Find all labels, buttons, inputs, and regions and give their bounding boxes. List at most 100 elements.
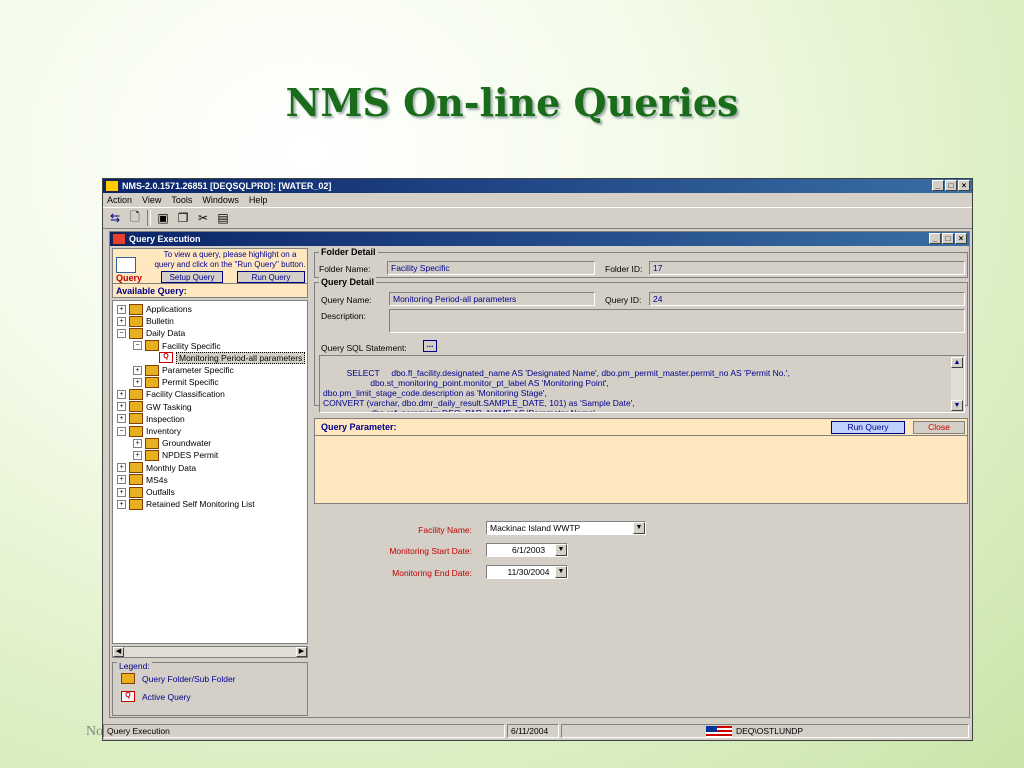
cut-icon[interactable]: ✂ [195, 210, 211, 226]
tree-node[interactable]: + Monthly Data [117, 462, 196, 474]
status-panel-main: Query Execution [103, 724, 505, 738]
menu-tools[interactable]: Tools [171, 195, 192, 205]
available-query-header: Available Query: [112, 284, 308, 298]
tree-node-label: Bulletin [146, 316, 174, 327]
scroll-up-icon[interactable]: ▲ [951, 357, 963, 368]
folder-icon [129, 327, 143, 339]
tree-node[interactable]: + MS4s [117, 474, 168, 486]
scroll-down-icon[interactable]: ▼ [951, 400, 963, 411]
scroll-left-icon[interactable]: ◀ [113, 647, 124, 657]
scroll-right-icon[interactable]: ▶ [296, 647, 307, 657]
tree-node-label: Applications [146, 304, 192, 314]
menu-view[interactable]: View [142, 195, 161, 205]
chevron-down-icon[interactable]: ▼ [555, 544, 567, 556]
child-minimize-button[interactable]: _ [929, 233, 941, 244]
tree-horizontal-scrollbar[interactable]: ◀ ▶ [112, 646, 308, 658]
folder-icon [129, 388, 143, 400]
tree-node-label: MS4s [146, 474, 168, 485]
tree-node[interactable]: − Daily Data [117, 327, 185, 339]
description-field [389, 309, 965, 333]
tree-node[interactable]: + Permit Specific [133, 376, 219, 388]
tree-node[interactable]: + NPDES Permit [133, 449, 218, 461]
folder-icon [145, 364, 159, 376]
facility-name-value: Mackinac Island WWTP [490, 523, 581, 533]
sql-browse-button[interactable]: ... [423, 340, 437, 352]
folder-icon [129, 462, 143, 474]
paste-icon[interactable]: ▤ [215, 210, 231, 226]
start-date-picker[interactable]: 6/1/2003 ▼ [486, 543, 568, 557]
folder-icon [145, 449, 159, 461]
folder-icon [121, 673, 135, 684]
expand-toggle-icon[interactable]: + [133, 438, 142, 448]
folder-icon [145, 376, 159, 388]
copy-icon[interactable]: ❐ [175, 210, 191, 226]
tree-node[interactable]: Q Monitoring Period-all parameters [149, 351, 306, 364]
tree-node[interactable]: + Parameter Specific [133, 364, 234, 376]
expand-toggle-icon[interactable]: + [133, 365, 142, 375]
chevron-down-icon[interactable]: ▼ [555, 566, 567, 578]
expand-toggle-icon[interactable]: + [133, 377, 142, 387]
sql-statement-label: Query SQL Statement: [321, 343, 407, 353]
maximize-button[interactable]: □ [945, 180, 957, 191]
child-close-button[interactable]: × [955, 233, 967, 244]
expand-toggle-icon[interactable]: + [133, 450, 142, 460]
tree-node[interactable]: + Facility Classification [117, 388, 225, 400]
toolbar-separator [147, 210, 151, 226]
minimize-button[interactable]: _ [932, 180, 944, 191]
right-panel: Folder Detail Folder Name: Facility Spec… [312, 247, 968, 716]
expand-toggle-icon[interactable]: + [117, 316, 126, 326]
tree-node-label: Facility Classification [146, 389, 225, 400]
expand-toggle-icon[interactable]: + [117, 389, 126, 399]
expand-toggle-icon[interactable]: + [117, 499, 126, 509]
new-icon[interactable]: 🗋 [127, 210, 143, 226]
run-query-button[interactable]: Run Query [831, 421, 905, 434]
expand-toggle-icon[interactable]: + [117, 402, 126, 412]
save-icon[interactable]: ▣ [155, 210, 171, 226]
expand-toggle-icon[interactable]: + [117, 304, 126, 314]
hint-text: To view a query, please highlight on a q… [154, 250, 306, 269]
query-execution-window: Query Execution _ □ × Query To view a qu… [109, 231, 970, 718]
tree-node[interactable]: + Inspection [117, 413, 185, 425]
tree-node-label: Daily Data [146, 328, 186, 339]
menu-action[interactable]: Action [107, 195, 132, 205]
close-query-button[interactable]: Close [913, 421, 965, 434]
expand-toggle-icon[interactable]: + [117, 414, 126, 424]
legend-folder-label: Query Folder/Sub Folder [142, 673, 236, 684]
back-icon[interactable]: ⇆ [107, 210, 123, 226]
sql-vertical-scrollbar[interactable]: ▲ ▼ [951, 357, 963, 411]
menu-help[interactable]: Help [249, 195, 268, 205]
folder-icon [129, 413, 143, 425]
tree-node[interactable]: + GW Tasking [117, 401, 192, 413]
folder-name-field: Facility Specific [387, 261, 595, 275]
tree-node[interactable]: − Facility Specific [133, 340, 221, 352]
expand-toggle-icon[interactable]: − [133, 341, 142, 351]
tree-node[interactable]: + Applications [117, 303, 192, 315]
status-panel-date: 6/11/2004 [507, 724, 559, 738]
expand-toggle-icon[interactable]: + [117, 463, 126, 473]
child-window-controls: _ □ × [929, 233, 967, 244]
tree-node[interactable]: + Retained Self Monitoring List [117, 498, 255, 510]
facility-name-select[interactable]: Mackinac Island WWTP ▼ [486, 521, 646, 535]
expand-toggle-icon[interactable]: − [117, 426, 126, 436]
tree-node[interactable]: − Inventory [117, 425, 181, 437]
tree-node[interactable]: + Groundwater [133, 437, 211, 449]
end-date-value: 11/30/2004 [507, 567, 550, 577]
close-button[interactable]: × [958, 180, 970, 191]
expand-toggle-icon[interactable]: + [117, 475, 126, 485]
child-title: Query Execution [129, 234, 201, 244]
chevron-down-icon[interactable]: ▼ [633, 522, 645, 534]
active-query-icon: Q [159, 352, 173, 364]
tree-node[interactable]: + Bulletin [117, 315, 174, 327]
expand-toggle-icon[interactable]: + [117, 487, 126, 497]
tree-node[interactable]: + Outfalls [117, 486, 175, 498]
left-panel: Query To view a query, please highlight … [112, 248, 308, 716]
start-date-label: Monitoring Start Date: [389, 546, 472, 556]
run-query-left-button[interactable]: Run Query [237, 271, 305, 283]
child-maximize-button[interactable]: □ [942, 233, 954, 244]
setup-query-button[interactable]: Setup Query [161, 271, 223, 283]
expand-toggle-icon[interactable]: − [117, 328, 126, 338]
query-parameter-panel: Query Parameter: Run Query Close [314, 418, 968, 504]
end-date-picker[interactable]: 11/30/2004 ▼ [486, 565, 568, 579]
menu-windows[interactable]: Windows [202, 195, 239, 205]
query-tree[interactable]: + Applications + Bulletin − Daily Data − Facili… [112, 300, 308, 644]
